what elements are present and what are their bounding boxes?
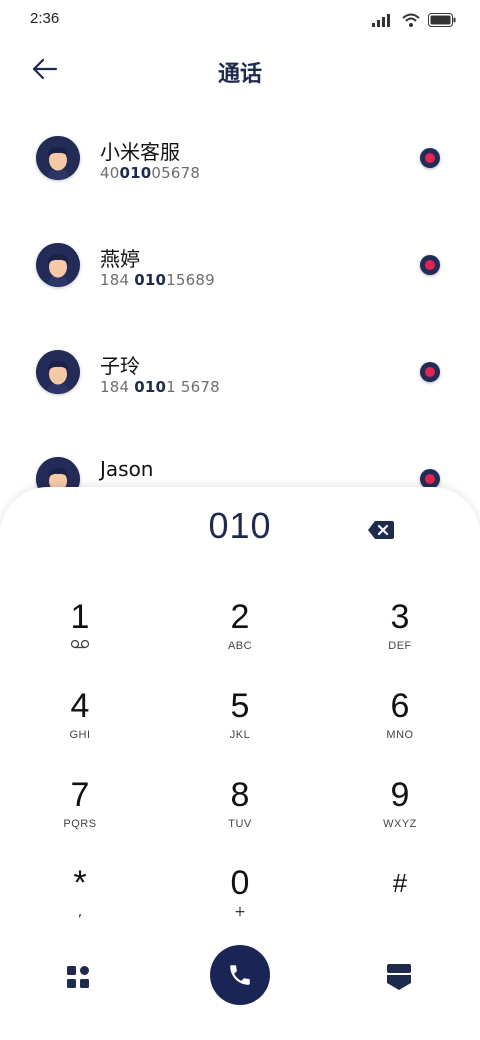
key-digit: 4 — [70, 687, 90, 725]
contact-row[interactable]: 燕婷 184 01015689 — [0, 211, 480, 318]
key-1[interactable]: 1 — [20, 597, 140, 673]
key-star[interactable]: * , — [20, 863, 140, 939]
contact-number: 184 01015689 — [100, 271, 215, 289]
call-button[interactable] — [210, 945, 270, 1005]
avatar — [36, 243, 80, 287]
dialpad: 010 1 2 ABC 3 DEF 4 GHI 5 JKL 6 MNO 7 PQ… — [0, 487, 480, 1040]
avatar — [36, 136, 80, 180]
key-7[interactable]: 7 PQRS — [20, 775, 140, 851]
key-6[interactable]: 6 MNO — [340, 686, 460, 762]
apps-grid-button[interactable] — [66, 965, 92, 991]
key-letters: PQRS — [63, 818, 97, 830]
contact-number: 184 0101 5678 — [100, 378, 220, 396]
key-digit: 3 — [390, 598, 410, 636]
key-digit: 0 — [230, 864, 250, 902]
key-letters: WXYZ — [383, 818, 417, 830]
status-time: 2:36 — [30, 10, 60, 27]
battery-icon — [428, 12, 456, 31]
contact-row[interactable]: 子玲 184 0101 5678 — [0, 318, 480, 425]
key-digit: # — [392, 868, 408, 898]
key-0[interactable]: 0 + — [180, 863, 300, 939]
dial-display[interactable]: 010 — [0, 505, 480, 547]
key-5[interactable]: 5 JKL — [180, 686, 300, 762]
key-digit: 7 — [70, 776, 90, 814]
contact-row[interactable]: 小米客服 4001005678 — [0, 104, 480, 211]
key-3[interactable]: 3 DEF — [340, 597, 460, 673]
key-letters: JKL — [229, 729, 251, 741]
contact-name: Jason — [100, 457, 154, 481]
signal-icon — [372, 12, 394, 31]
key-digit: 8 — [230, 776, 250, 814]
key-digit: 9 — [390, 776, 410, 814]
key-letters: GHI — [69, 729, 91, 741]
status-icons — [372, 12, 456, 31]
key-digit: * — [73, 864, 87, 902]
key-hash[interactable]: # — [340, 863, 460, 939]
contact-name: 子玲 — [100, 354, 140, 378]
key-letters: DEF — [388, 640, 412, 652]
key-2[interactable]: 2 ABC — [180, 597, 300, 673]
voicemail-icon — [20, 639, 140, 653]
contact-name: 燕婷 — [100, 247, 140, 271]
record-indicator[interactable] — [420, 469, 440, 489]
key-8[interactable]: 8 TUV — [180, 775, 300, 851]
key-digit: 1 — [70, 598, 90, 636]
key-letters: MNO — [386, 729, 414, 741]
phone-icon — [230, 965, 250, 985]
record-indicator[interactable] — [420, 362, 440, 382]
backspace-icon — [368, 521, 394, 539]
contact-list: 小米客服 4001005678 燕婷 184 01015689 子玲 184 0… — [0, 104, 480, 532]
key-letters: ABC — [227, 640, 253, 652]
wifi-icon — [402, 12, 420, 31]
key-digit: 5 — [230, 687, 250, 725]
header: 通话 — [0, 40, 480, 100]
key-letters: + — [234, 904, 246, 920]
status-bar: 2:36 — [0, 0, 480, 40]
hide-dialpad-button[interactable] — [386, 963, 414, 993]
dialpad-action-bar — [0, 945, 480, 1015]
record-indicator[interactable] — [420, 148, 440, 168]
backspace-button[interactable] — [366, 519, 398, 543]
grid-icon — [67, 966, 89, 988]
key-digit: 6 — [390, 687, 410, 725]
contact-number: 4001005678 — [100, 164, 201, 182]
key-9[interactable]: 9 WXYZ — [340, 775, 460, 851]
key-digit: 2 — [230, 598, 250, 636]
avatar — [36, 350, 80, 394]
key-4[interactable]: 4 GHI — [20, 686, 140, 762]
collapse-dialpad-icon — [387, 964, 411, 990]
key-letters: , — [77, 904, 83, 920]
key-letters: TUV — [228, 818, 252, 830]
page-title: 通话 — [217, 62, 262, 87]
record-indicator[interactable] — [420, 255, 440, 275]
contact-name: 小米客服 — [100, 140, 180, 164]
